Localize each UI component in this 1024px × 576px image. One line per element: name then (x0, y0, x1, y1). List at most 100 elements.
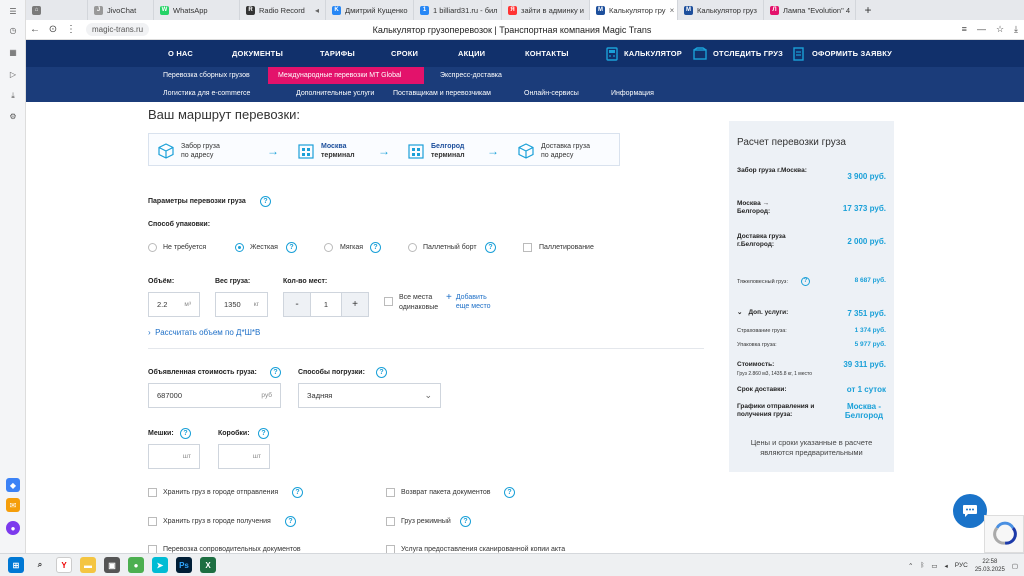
app-icon[interactable]: ● (128, 557, 144, 573)
tab-5[interactable]: 1 1 billiard31.ru - бил (414, 0, 502, 20)
download-icon[interactable]: ⤓ (6, 89, 20, 103)
calc-volume-link[interactable]: › Рассчитать объем по Д*Ш*В (148, 328, 260, 337)
tab-0[interactable]: ⌂ (26, 0, 88, 20)
chat-button[interactable] (953, 494, 987, 528)
subnav-international[interactable]: Международные перевозки MT Global (268, 67, 424, 84)
url-field[interactable]: magic-trans.ru (86, 23, 150, 36)
volume-input[interactable]: 2.2 м³ (148, 292, 200, 317)
nav-terms[interactable]: СРОКИ (391, 49, 418, 58)
help-icon[interactable]: ? (801, 277, 810, 286)
subnav-ecommerce[interactable]: Логистика для e-commerce (153, 85, 260, 102)
notification-icon[interactable]: ▢ (1012, 562, 1018, 570)
security-icon[interactable]: ⊙ (44, 24, 62, 35)
packing-radio-pallet-board[interactable] (408, 243, 417, 252)
app-icon[interactable]: ◆ (6, 478, 20, 492)
boxes-input[interactable]: шт (218, 444, 270, 469)
nav-about[interactable]: О НАС (168, 49, 193, 58)
recaptcha-badge[interactable] (984, 515, 1024, 553)
menu-icon[interactable]: ≡ (962, 24, 967, 35)
minimize-icon[interactable]: — (977, 24, 986, 35)
help-icon[interactable]: ? (370, 242, 381, 253)
help-icon[interactable]: ? (504, 487, 515, 498)
help-icon[interactable]: ? (260, 196, 271, 207)
yandex-browser-icon[interactable]: Y (56, 557, 72, 573)
close-icon[interactable]: × (670, 6, 675, 15)
packing-radio-none[interactable] (148, 243, 157, 252)
subnav-online-services[interactable]: Онлайн-сервисы (514, 85, 589, 102)
help-icon[interactable]: ? (460, 516, 471, 527)
help-icon[interactable]: ? (292, 487, 303, 498)
places-plus-button[interactable]: + (341, 292, 369, 317)
tab-7-active[interactable]: M Калькулятор гру × (590, 0, 678, 20)
history-icon[interactable]: ◷ (6, 23, 20, 37)
subnav-consolidated[interactable]: Перевозка сборных грузов (153, 67, 260, 84)
help-icon[interactable]: ? (376, 367, 387, 378)
weight-input[interactable]: 1350 кг (215, 292, 268, 317)
back-arrow-icon[interactable]: ← (26, 24, 44, 35)
schedule-link[interactable]: Москва - Белгород (842, 402, 886, 420)
same-places-checkbox[interactable] (384, 297, 393, 306)
nav-order[interactable]: ОФОРМИТЬ ЗАЯВКУ (793, 46, 892, 61)
folder-icon[interactable]: ▬ (80, 557, 96, 573)
loading-select[interactable]: Задняя ⌄ (298, 383, 441, 408)
new-tab-plus-icon[interactable]: + (860, 2, 876, 18)
excel-icon[interactable]: X (200, 557, 216, 573)
tray-arrow-icon[interactable]: ⌃ (908, 562, 913, 570)
subnav-extra-services[interactable]: Дополнительные услуги (286, 85, 384, 102)
subnav-info[interactable]: Информация (601, 85, 664, 102)
tab-8[interactable]: M Калькулятор груз (678, 0, 764, 20)
nav-tariffs[interactable]: ТАРИФЫ (320, 49, 355, 58)
nav-calculator[interactable]: КАЛЬКУЛЯТОР (606, 46, 682, 61)
tab-6[interactable]: Я зайти в админку и (502, 0, 590, 20)
volume-icon[interactable]: ◂ (945, 562, 948, 570)
menu-dots-icon[interactable]: ⋮ (62, 24, 80, 35)
clock[interactable]: 22:58 25.03.2025 (975, 558, 1005, 574)
collections-icon[interactable]: ▦ (6, 45, 20, 59)
download-icon[interactable]: ⤓ (1014, 24, 1018, 35)
bookmark-icon[interactable]: ☆ (996, 24, 1004, 35)
places-minus-button[interactable]: - (283, 292, 311, 317)
tab-1[interactable]: J JivoChat (88, 0, 154, 20)
help-icon[interactable]: ? (485, 242, 496, 253)
subnav-suppliers[interactable]: Поставщикам и перевозчикам (383, 85, 501, 102)
windows-start-icon[interactable]: ⊞ (8, 557, 24, 573)
belgorod-link[interactable]: Белгород (431, 142, 465, 151)
help-icon[interactable]: ? (285, 516, 296, 527)
extra-services-toggle[interactable]: ⌄ Доп. услуги: (737, 309, 788, 317)
settings-icon[interactable]: ⚙ (6, 109, 20, 123)
tab-4[interactable]: K Дмитрий Кущенко (326, 0, 414, 20)
app-icon[interactable]: ▣ (104, 557, 120, 573)
places-value[interactable]: 1 (311, 292, 341, 317)
media-icon[interactable]: ▷ (6, 67, 20, 81)
palletizing-checkbox[interactable] (523, 243, 532, 252)
bags-input[interactable]: шт (148, 444, 200, 469)
help-icon[interactable]: ? (258, 428, 269, 439)
service-checkbox[interactable] (386, 517, 395, 526)
service-checkbox[interactable] (148, 517, 157, 526)
tab-2[interactable]: W WhatsApp (154, 0, 240, 20)
mail-icon[interactable]: ✉ (6, 498, 20, 512)
search-icon[interactable]: ⌕ (32, 557, 48, 573)
photoshop-icon[interactable]: Ps (176, 557, 192, 573)
tab-9[interactable]: Л Лампа "Evolution" 4 (764, 0, 856, 20)
language-indicator[interactable]: РУС (955, 562, 968, 569)
speaker-icon[interactable]: ◂ (315, 6, 319, 15)
telegram-icon[interactable]: ➤ (152, 557, 168, 573)
service-checkbox[interactable] (148, 488, 157, 497)
service-checkbox[interactable] (386, 488, 395, 497)
nav-contacts[interactable]: КОНТАКТЫ (525, 49, 569, 58)
bluetooth-icon[interactable]: ᛒ (920, 562, 924, 569)
network-icon[interactable]: ▭ (931, 562, 937, 570)
alice-icon[interactable]: ● (6, 521, 20, 535)
packing-radio-rigid[interactable] (235, 243, 244, 252)
help-icon[interactable]: ? (286, 242, 297, 253)
nav-track[interactable]: ОТСЛЕДИТЬ ГРУЗ (693, 47, 783, 60)
moscow-link[interactable]: Москва (321, 142, 355, 151)
declared-value-input[interactable]: 687000 руб (148, 383, 281, 408)
tab-3[interactable]: R Radio Record ◂ (240, 0, 326, 20)
help-icon[interactable]: ? (180, 428, 191, 439)
packing-radio-soft[interactable] (324, 243, 333, 252)
menu-icon[interactable]: ☰ (6, 4, 20, 18)
add-place-button[interactable]: + Добавить еще место (446, 293, 490, 311)
nav-documents[interactable]: ДОКУМЕНТЫ (232, 49, 283, 58)
